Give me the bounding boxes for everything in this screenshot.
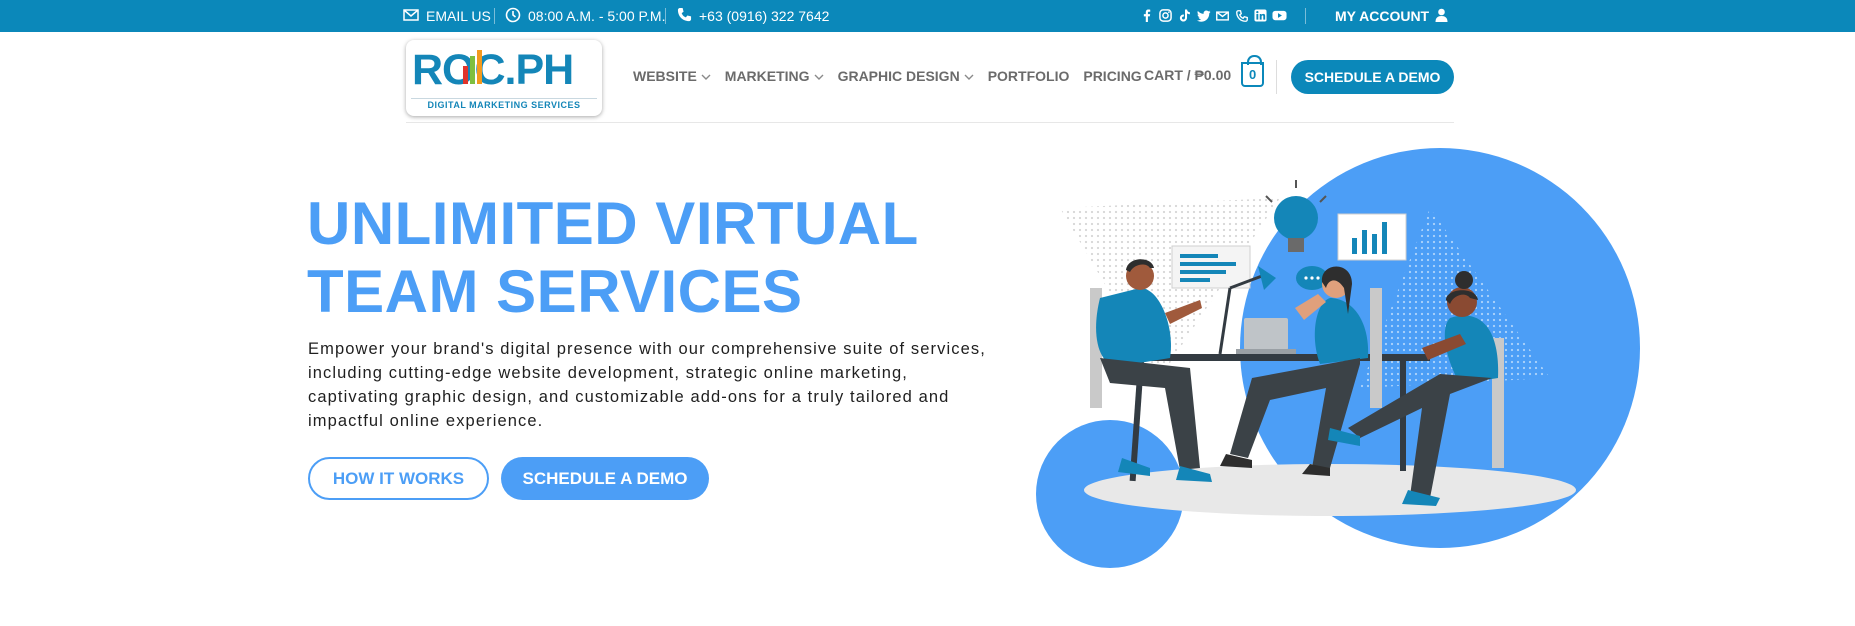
facebook-icon[interactable]: [1139, 7, 1154, 24]
nav-item-portfolio[interactable]: PORTFOLIO: [988, 68, 1070, 84]
schedule-demo-header-button[interactable]: SCHEDULE A DEMO: [1291, 60, 1454, 94]
user-icon: [1435, 8, 1448, 25]
hero-description: Empower your brand's digital presence wi…: [308, 340, 986, 430]
laptop-icon: [1236, 318, 1296, 354]
logo[interactable]: ROC.PH DIGITAL MARKETING SERVICES: [406, 40, 602, 116]
nav-item-label: GRAPHIC DESIGN: [837, 68, 960, 84]
nav-item-label: PORTFOLIO: [987, 68, 1070, 84]
nav-item-label: MARKETING: [724, 68, 810, 84]
instagram-icon[interactable]: [1158, 7, 1173, 24]
tiktok-icon[interactable]: [1177, 7, 1192, 24]
email-icon[interactable]: [1215, 7, 1230, 24]
logo-tagline: DIGITAL MARKETING SERVICES: [411, 98, 597, 111]
nav-item-website[interactable]: WEBSITE: [633, 68, 711, 84]
clock-icon: [505, 7, 521, 26]
social-links: [1139, 7, 1287, 24]
divider: [494, 8, 495, 24]
business-hours: 08:00 A.M. - 5:00 P.M.: [505, 0, 665, 32]
cart-link[interactable]: CART / ₱0.00 0: [1144, 55, 1265, 87]
my-account-link[interactable]: MY ACCOUNT: [1335, 0, 1448, 32]
main-header: ROC.PH DIGITAL MARKETING SERVICES WEBSIT…: [0, 32, 1855, 123]
schedule-demo-button[interactable]: SCHEDULE A DEMO: [501, 457, 709, 500]
hero-title-line-2: TEAM SERVICES: [307, 258, 803, 325]
hero-title-line-1: UNLIMITED VIRTUAL: [307, 190, 919, 257]
hero-title: UNLIMITED VIRTUAL TEAM SERVICES: [307, 190, 967, 326]
chevron-down-icon: [701, 68, 711, 84]
nav-item-label: PRICING: [1083, 68, 1142, 84]
nav-item-label: WEBSITE: [633, 68, 697, 84]
team-meeting-illustration: [1036, 148, 1640, 568]
meeting-table: [1130, 354, 1430, 361]
cart-label: CART / ₱0.00: [1144, 66, 1232, 83]
phone-link[interactable]: +63 (0916) 322 7642: [677, 0, 829, 32]
divider: [665, 8, 666, 24]
chevron-down-icon: [814, 68, 824, 84]
my-account-label: MY ACCOUNT: [1335, 8, 1430, 24]
shopping-bag-icon: 0: [1241, 55, 1265, 87]
how-it-works-button[interactable]: HOW IT WORKS: [308, 457, 489, 500]
nav-item-graphic-design[interactable]: GRAPHIC DESIGN: [838, 68, 974, 84]
cart-count: 0: [1249, 67, 1257, 82]
youtube-icon[interactable]: [1272, 7, 1287, 24]
phone-label: +63 (0916) 322 7642: [699, 8, 830, 24]
divider: [1276, 60, 1277, 94]
document-card: [1171, 245, 1251, 289]
divider: [1305, 8, 1306, 24]
linkedin-icon[interactable]: [1253, 7, 1268, 24]
email-us-label: EMAIL US: [426, 8, 491, 24]
phone-icon: [677, 7, 692, 25]
hours-label: 08:00 A.M. - 5:00 P.M.: [528, 8, 666, 24]
email-us-link[interactable]: EMAIL US: [403, 0, 491, 32]
nav-item-marketing[interactable]: MARKETING: [725, 68, 824, 84]
phone-icon[interactable]: [1234, 7, 1249, 24]
bar-chart-card: [1337, 213, 1407, 261]
header-divider: [406, 122, 1454, 123]
envelope-icon: [403, 8, 419, 24]
logo-bars-graphic: [463, 50, 482, 84]
top-bar: EMAIL US 08:00 A.M. - 5:00 P.M. +63 (091…: [0, 0, 1855, 32]
main-nav: WEBSITE MARKETING GRAPHIC DESIGN PORTFOL…: [633, 68, 1142, 84]
chevron-down-icon: [964, 68, 974, 84]
nav-item-pricing[interactable]: PRICING: [1083, 68, 1141, 84]
twitter-icon[interactable]: [1196, 7, 1211, 24]
